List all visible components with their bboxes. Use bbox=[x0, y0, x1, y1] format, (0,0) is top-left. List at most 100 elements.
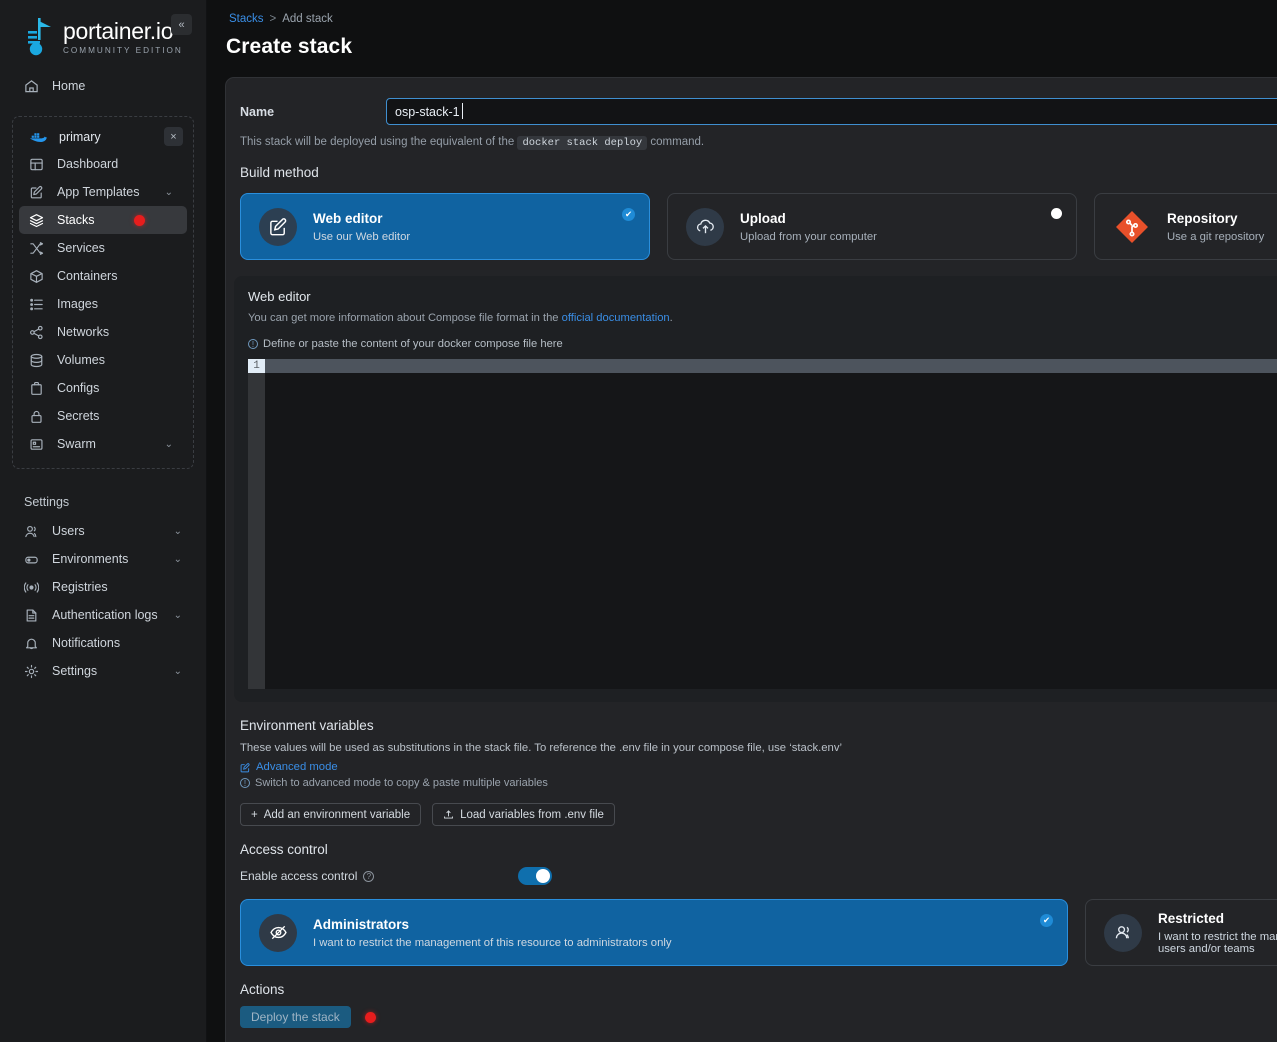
sidebar-item-secrets[interactable]: Secrets bbox=[19, 402, 187, 430]
sidebar-item-dashboard[interactable]: Dashboard bbox=[19, 150, 187, 178]
brand-logo[interactable]: portainer.io COMMUNITY EDITION « bbox=[0, 0, 206, 56]
button-label: Load variables from .env file bbox=[460, 808, 604, 821]
sidebar-item-containers[interactable]: Containers bbox=[19, 262, 187, 290]
official-documentation-link[interactable]: official documentation bbox=[562, 312, 670, 324]
build-method-options: Web editor Use our Web editor ✔ Upload U… bbox=[226, 180, 1277, 260]
chevron-down-icon[interactable]: ⌄ bbox=[165, 439, 173, 450]
users-group-icon bbox=[1104, 913, 1142, 952]
home-icon bbox=[24, 79, 39, 94]
brand-edition: COMMUNITY EDITION bbox=[63, 46, 183, 55]
sidebar-item-environments[interactable]: Environments ⌄ bbox=[10, 545, 196, 573]
info-icon: ! bbox=[240, 778, 250, 788]
sidebar-item-app-templates[interactable]: App Templates ⌄ bbox=[19, 178, 187, 206]
portainer-logo-icon bbox=[26, 18, 54, 56]
sidebar-item-volumes[interactable]: Volumes bbox=[19, 346, 187, 374]
sidebar-item-images[interactable]: Images bbox=[19, 290, 187, 318]
env-vars-description: These values will be used as substitutio… bbox=[240, 742, 842, 754]
enable-access-control-toggle[interactable] bbox=[518, 867, 552, 885]
sidebar-item-configs[interactable]: Configs bbox=[19, 374, 187, 402]
advanced-mode-note-text: Switch to advanced mode to copy & paste … bbox=[255, 777, 548, 789]
secrets-icon bbox=[29, 409, 44, 424]
sidebar-item-home[interactable]: Home bbox=[10, 72, 196, 100]
sidebar-item-swarm[interactable]: Swarm ⌄ bbox=[19, 430, 187, 458]
radio-icon bbox=[1051, 208, 1062, 219]
chevron-down-icon[interactable]: ⌄ bbox=[174, 554, 182, 565]
build-method-repository[interactable]: Repository Use a git repository bbox=[1094, 193, 1277, 260]
button-label: Add an environment variable bbox=[263, 808, 411, 821]
sidebar-item-registries[interactable]: Registries bbox=[10, 573, 196, 601]
sidebar-item-label: Registries bbox=[52, 580, 108, 594]
sidebar-item-stacks[interactable]: Stacks bbox=[19, 206, 187, 234]
build-method-upload[interactable]: Upload Upload from your computer bbox=[667, 193, 1077, 260]
volumes-icon bbox=[29, 353, 44, 368]
stack-name-input[interactable] bbox=[386, 98, 1277, 125]
brand-name: portainer.io bbox=[63, 18, 174, 44]
editor-active-line bbox=[265, 359, 1277, 373]
settings-nav-list: Users ⌄ Environments ⌄ Registries Authenticat… bbox=[0, 517, 206, 685]
containers-icon bbox=[29, 269, 44, 284]
gear-icon bbox=[24, 664, 39, 679]
info-icon: ! bbox=[248, 339, 258, 349]
advanced-mode-link[interactable]: Advanced mode bbox=[226, 754, 1277, 773]
access-option-restricted[interactable]: Restricted I want to restrict the manage… bbox=[1085, 899, 1277, 966]
advanced-mode-note: ! Switch to advanced mode to copy & past… bbox=[226, 773, 1277, 789]
deploy-hint-prefix: This stack will be deployed using the eq… bbox=[240, 136, 515, 148]
compose-code-editor[interactable]: 1 bbox=[248, 359, 1277, 689]
sidebar-collapse-button[interactable]: « bbox=[171, 14, 192, 35]
create-stack-card: Name This stack will be deployed using t… bbox=[225, 77, 1277, 1042]
breadcrumb-stacks-link[interactable]: Stacks bbox=[229, 13, 264, 25]
name-field-row: Name bbox=[226, 98, 1277, 125]
access-option-administrators[interactable]: Administrators I want to restrict the ma… bbox=[240, 899, 1068, 966]
web-editor-title: Web editor bbox=[248, 289, 311, 304]
environment-nav-list: Dashboard App Templates ⌄ Stacks Services Con… bbox=[13, 150, 193, 458]
editor-line-number: 1 bbox=[248, 359, 265, 373]
access-option-text: Restricted I want to restrict the manage… bbox=[1158, 910, 1277, 954]
close-icon[interactable]: × bbox=[164, 127, 183, 146]
build-method-web-editor[interactable]: Web editor Use our Web editor ✔ bbox=[240, 193, 650, 260]
chevron-down-icon[interactable]: ⌄ bbox=[174, 526, 182, 537]
advanced-mode-label: Advanced mode bbox=[256, 761, 338, 773]
environment-header[interactable]: primary × bbox=[13, 123, 193, 150]
app-templates-icon bbox=[29, 185, 44, 200]
docker-icon bbox=[29, 130, 47, 144]
sidebar-item-notifications[interactable]: Notifications bbox=[10, 629, 196, 657]
sidebar-item-authentication-logs[interactable]: Authentication logs ⌄ bbox=[10, 601, 196, 629]
images-icon bbox=[29, 297, 44, 312]
help-icon[interactable]: ? bbox=[363, 870, 375, 882]
chevron-down-icon[interactable]: ⌄ bbox=[165, 187, 173, 198]
sidebar-item-label: Dashboard bbox=[57, 157, 119, 171]
sidebar-item-label: Networks bbox=[57, 325, 110, 339]
sidebar: portainer.io COMMUNITY EDITION « Home pr… bbox=[0, 0, 207, 1042]
option-desc: Upload from your computer bbox=[740, 230, 877, 243]
sidebar-item-label: Home bbox=[52, 79, 86, 93]
main-content: Stacks > Add stack Create stack Name This … bbox=[207, 0, 1277, 1042]
upload-cloud-icon bbox=[686, 207, 724, 246]
check-icon: ✔ bbox=[1040, 914, 1053, 927]
add-environment-variable-button[interactable]: + Add an environment variable bbox=[240, 803, 422, 826]
access-control-title: Access control bbox=[240, 842, 328, 857]
registries-icon bbox=[24, 580, 39, 595]
stacks-icon bbox=[29, 213, 44, 228]
sidebar-item-services[interactable]: Services bbox=[19, 234, 187, 262]
option-title: Upload bbox=[740, 211, 786, 227]
deploy-the-stack-button[interactable]: Deploy the stack bbox=[240, 1006, 351, 1028]
web-editor-panel: Web editor You can get more information … bbox=[234, 276, 1277, 702]
sidebar-item-label: Notifications bbox=[52, 636, 121, 650]
access-control-toggle-label: Enable access control bbox=[240, 869, 358, 883]
chevron-down-icon[interactable]: ⌄ bbox=[174, 610, 182, 621]
editor-text-area[interactable] bbox=[265, 359, 1277, 689]
load-env-file-button[interactable]: Load variables from .env file bbox=[432, 803, 615, 826]
sidebar-item-label: App Templates bbox=[57, 185, 140, 199]
environment-panel: primary × Dashboard App Templates ⌄ Stacks S… bbox=[12, 116, 194, 469]
chevron-down-icon[interactable]: ⌄ bbox=[174, 666, 182, 677]
sidebar-item-settings[interactable]: Settings ⌄ bbox=[10, 657, 196, 685]
breadcrumb: Stacks > Add stack bbox=[207, 0, 1277, 25]
sidebar-item-users[interactable]: Users ⌄ bbox=[10, 517, 196, 545]
environments-icon bbox=[24, 552, 39, 567]
sidebar-item-label: Settings bbox=[52, 664, 98, 678]
eye-off-icon bbox=[259, 913, 297, 952]
sidebar-item-label: Users bbox=[52, 524, 85, 538]
name-input-wrap bbox=[386, 98, 1277, 125]
web-editor-info: You can get more information about Compo… bbox=[248, 312, 1277, 324]
sidebar-item-networks[interactable]: Networks bbox=[19, 318, 187, 346]
